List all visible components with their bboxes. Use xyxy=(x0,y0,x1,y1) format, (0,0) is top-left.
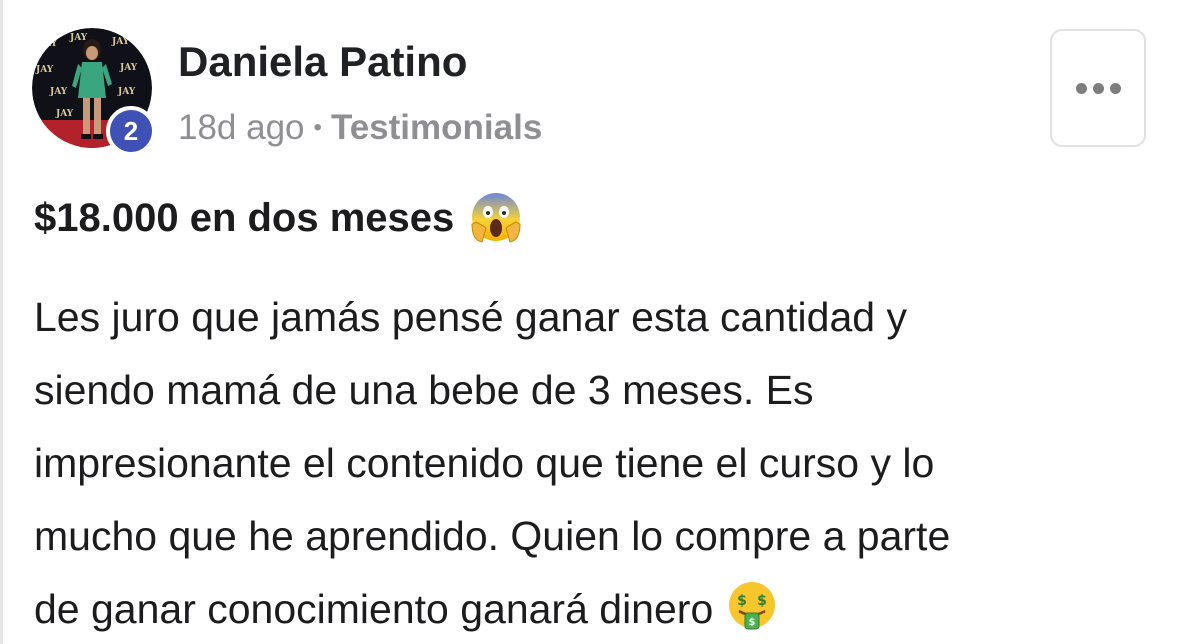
post-title: $18.000 en dos meses xyxy=(34,190,524,246)
author-name[interactable]: Daniela Patino xyxy=(178,38,467,86)
post-body-line: Les juro que jamás pensé ganar esta cant… xyxy=(34,294,907,340)
post-body-line: siendo mamá de una bebe de 3 meses. Es xyxy=(34,367,814,413)
svg-text:JAY: JAY xyxy=(119,63,138,73)
more-options-button[interactable] xyxy=(1050,29,1146,147)
post-body-line-last: de ganar conocimiento ganará dinero $ $ … xyxy=(34,573,1144,644)
svg-text:JAY: JAY xyxy=(35,65,54,75)
author-avatar-container[interactable]: JAY JAY JAY JAY JAY JAY JAY JAY 2 xyxy=(32,28,156,156)
svg-text:JAY: JAY xyxy=(117,87,136,97)
svg-text:JAY: JAY xyxy=(111,37,130,47)
level-badge: 2 xyxy=(106,106,156,156)
svg-text:JAY: JAY xyxy=(55,109,74,119)
meta-separator: • xyxy=(313,114,322,141)
svg-text:JAY: JAY xyxy=(49,87,68,97)
ellipsis-icon xyxy=(1075,82,1121,94)
post-body-line: impresionante el contenido que tiene el … xyxy=(34,440,935,486)
post-body-line: mucho que he aprendido. Quien lo compre … xyxy=(34,513,951,559)
post-meta: 18d ago • Testimonials xyxy=(178,108,542,148)
svg-text:JAY: JAY xyxy=(69,33,88,43)
post-category[interactable]: Testimonials xyxy=(331,108,542,148)
card-left-border xyxy=(0,0,3,644)
svg-text:JAY: JAY xyxy=(39,39,58,49)
svg-text:$: $ xyxy=(757,593,767,609)
money-mouth-face-icon: $ $ $ xyxy=(729,582,776,630)
svg-text:$: $ xyxy=(737,593,747,609)
face-screaming-in-fear-icon xyxy=(471,193,521,243)
post-body: Les juro que jamás pensé ganar esta cant… xyxy=(34,281,1144,644)
post-body-line-text: de ganar conocimiento ganará dinero xyxy=(34,586,714,632)
svg-text:$: $ xyxy=(749,617,756,628)
post-time: 18d ago xyxy=(178,108,305,147)
post-title-text: $18.000 en dos meses xyxy=(34,195,455,240)
